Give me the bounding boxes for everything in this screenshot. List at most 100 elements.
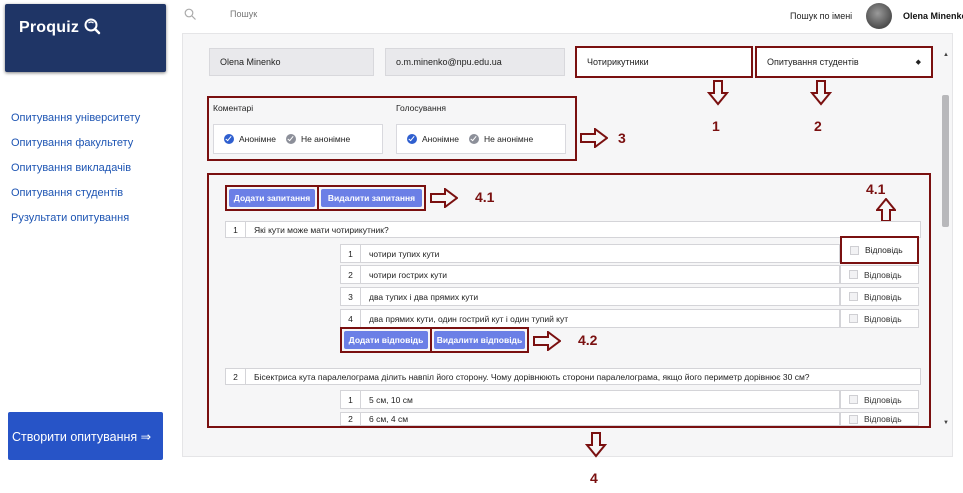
voting-label: Голосування bbox=[396, 103, 446, 113]
answer-number: 1 bbox=[341, 245, 361, 262]
logo[interactable]: Proquiz bbox=[5, 4, 166, 72]
voting-anon-label: Анонімне bbox=[422, 134, 459, 144]
correct-answer-checkbox[interactable] bbox=[849, 270, 858, 279]
correct-answer-checkbox[interactable] bbox=[850, 245, 859, 255]
annotation-3: 3 bbox=[618, 130, 626, 146]
voting-anon-radio[interactable] bbox=[407, 134, 417, 144]
answer-text: чотири тупих кути bbox=[369, 248, 440, 259]
answer-row[interactable]: 3 два тупих і два прямих кути bbox=[340, 287, 840, 306]
delete-question-button[interactable]: Видалити запитання bbox=[321, 189, 422, 207]
correct-answer-checkbox[interactable] bbox=[849, 414, 858, 424]
email-field[interactable]: o.m.minenko@npu.edu.ua bbox=[385, 48, 565, 76]
add-question-button[interactable]: Додати запитання bbox=[229, 189, 315, 207]
scroll-down-icon[interactable]: ▼ bbox=[943, 420, 949, 426]
comments-options: Анонімне Не анонімне bbox=[213, 124, 383, 154]
arrow-down-2-icon bbox=[809, 80, 833, 106]
annotation-2: 2 bbox=[814, 118, 822, 134]
user-name[interactable]: Olena Minenko bbox=[903, 11, 963, 21]
add-answer-button[interactable]: Додати відповідь bbox=[344, 331, 428, 349]
answer-number: 3 bbox=[341, 288, 361, 305]
correct-answer-label: Відповідь bbox=[864, 414, 902, 424]
answer-correct-toggle[interactable]: Відповідь bbox=[840, 265, 919, 284]
answer-text: 5 см, 10 см bbox=[369, 394, 413, 405]
correct-answer-label: Відповідь bbox=[864, 394, 902, 405]
comments-anon-radio[interactable] bbox=[224, 134, 234, 144]
arrow-down-1-icon bbox=[706, 80, 730, 106]
sidebar-item-teachers[interactable]: Опитування викладачів bbox=[11, 162, 131, 174]
annotation-4-2: 4.2 bbox=[578, 332, 598, 348]
author-name-field[interactable]: Olena Minenko bbox=[209, 48, 374, 76]
magnifier-logo-icon bbox=[84, 18, 101, 35]
comments-not-anon-radio[interactable] bbox=[285, 134, 296, 144]
answer-text: чотири гострих кути bbox=[369, 269, 448, 280]
answer-correct-toggle[interactable]: Відповідь bbox=[840, 390, 919, 409]
answer-number: 1 bbox=[341, 391, 361, 408]
correct-answer-checkbox[interactable] bbox=[849, 314, 858, 323]
avatar[interactable] bbox=[866, 3, 892, 29]
scrollbar-thumb[interactable] bbox=[942, 95, 949, 227]
answer-number: 2 bbox=[341, 266, 361, 283]
logo-text: Proquiz bbox=[19, 19, 80, 36]
answer-row[interactable]: 1 5 см, 10 см bbox=[340, 390, 840, 409]
correct-answer-checkbox[interactable] bbox=[849, 395, 858, 404]
answer-number: 4 bbox=[341, 310, 361, 327]
answer-row[interactable]: 2 чотири гострих кути bbox=[340, 265, 840, 284]
answer-correct-toggle[interactable]: Відповідь bbox=[840, 412, 919, 426]
annotation-4: 4 bbox=[590, 470, 598, 486]
voting-not-anon-radio[interactable] bbox=[468, 134, 479, 144]
voting-options: Анонімне Не анонімне bbox=[396, 124, 566, 154]
delete-question-frame: Видалити запитання bbox=[317, 185, 426, 211]
answer-text: 6 см, 4 см bbox=[369, 414, 409, 424]
add-answer-frame: Додати відповідь bbox=[340, 327, 432, 353]
answer-number: 2 bbox=[341, 413, 361, 425]
arrow-right-42-icon bbox=[533, 331, 561, 351]
sidebar-item-students[interactable]: Опитування студентів bbox=[11, 187, 123, 199]
search-input[interactable] bbox=[230, 9, 430, 19]
sidebar-item-university[interactable]: Опитування університету bbox=[11, 112, 140, 124]
correct-answer-checkbox[interactable] bbox=[849, 292, 858, 301]
arrow-right-41-icon bbox=[430, 188, 458, 208]
question-row-1[interactable]: 1 Які кути може мати чотирикутник? bbox=[225, 221, 921, 238]
answer-correct-toggle[interactable]: Відповідь bbox=[840, 309, 919, 328]
annotation-4-1-right: 4.1 bbox=[866, 181, 886, 197]
answer-row[interactable]: 1 чотири тупих кути bbox=[340, 244, 840, 263]
answer-row[interactable]: 2 6 см, 4 см bbox=[340, 412, 840, 426]
scroll-up-icon[interactable]: ▲ bbox=[943, 52, 949, 58]
category-select-value: Опитування студентів bbox=[767, 57, 859, 67]
topbar: Пошук по імені Olena Minenko bbox=[172, 0, 963, 33]
category-select[interactable]: Опитування студентів ◆ bbox=[755, 46, 933, 78]
select-arrows-icon: ◆ bbox=[915, 59, 921, 66]
sidebar-item-results[interactable]: Рузультати опитування bbox=[11, 212, 129, 224]
annotation-1: 1 bbox=[712, 118, 720, 134]
arrow-down-4-icon bbox=[584, 432, 608, 458]
correct-answer-label: Відповідь bbox=[864, 313, 902, 324]
question-number: 2 bbox=[226, 369, 246, 384]
sidebar-item-faculty[interactable]: Опитування факультету bbox=[11, 137, 133, 149]
answer-correct-toggle[interactable]: Відповідь bbox=[840, 287, 919, 306]
question-text: Які кути може мати чотирикутник? bbox=[254, 224, 389, 235]
arrow-right-3-icon bbox=[580, 128, 608, 148]
correct-answer-label: Відповідь bbox=[864, 291, 902, 302]
add-question-frame: Додати запитання bbox=[225, 185, 319, 211]
arrow-up-41-icon bbox=[876, 198, 896, 222]
delete-answer-button[interactable]: Видалити відповідь bbox=[434, 331, 525, 349]
sidebar: Proquiz Опитування університету Опитуван… bbox=[0, 0, 172, 493]
answer-text: два тупих і два прямих кути bbox=[369, 291, 479, 302]
question-text: Бісектриса кута паралелограма ділить нав… bbox=[254, 371, 810, 382]
answer-correct-toggle-highlighted[interactable]: Відповідь bbox=[840, 236, 919, 264]
question-row-2[interactable]: 2 Бісектриса кута паралелограма ділить н… bbox=[225, 368, 921, 385]
answer-row[interactable]: 4 два прямих кути, один гострий кут і од… bbox=[340, 309, 840, 328]
create-survey-button[interactable]: Створити опитування ⇒ bbox=[8, 412, 163, 460]
search-icon[interactable] bbox=[184, 8, 196, 20]
answer-text: два прямих кути, один гострий кут і один… bbox=[369, 313, 569, 324]
correct-answer-label: Відповідь bbox=[865, 245, 903, 255]
comments-anon-label: Анонімне bbox=[239, 134, 276, 144]
correct-answer-label: Відповідь bbox=[864, 269, 902, 280]
survey-title-field[interactable]: Чотирикутники bbox=[575, 46, 753, 78]
question-number: 1 bbox=[226, 222, 246, 237]
delete-answer-frame: Видалити відповідь bbox=[430, 327, 529, 353]
annotation-4-1-left: 4.1 bbox=[475, 189, 495, 205]
comments-label: Коментарі bbox=[213, 103, 254, 113]
comments-not-anon-label: Не анонімне bbox=[300, 134, 351, 144]
name-search-link[interactable]: Пошук по імені bbox=[790, 11, 852, 21]
